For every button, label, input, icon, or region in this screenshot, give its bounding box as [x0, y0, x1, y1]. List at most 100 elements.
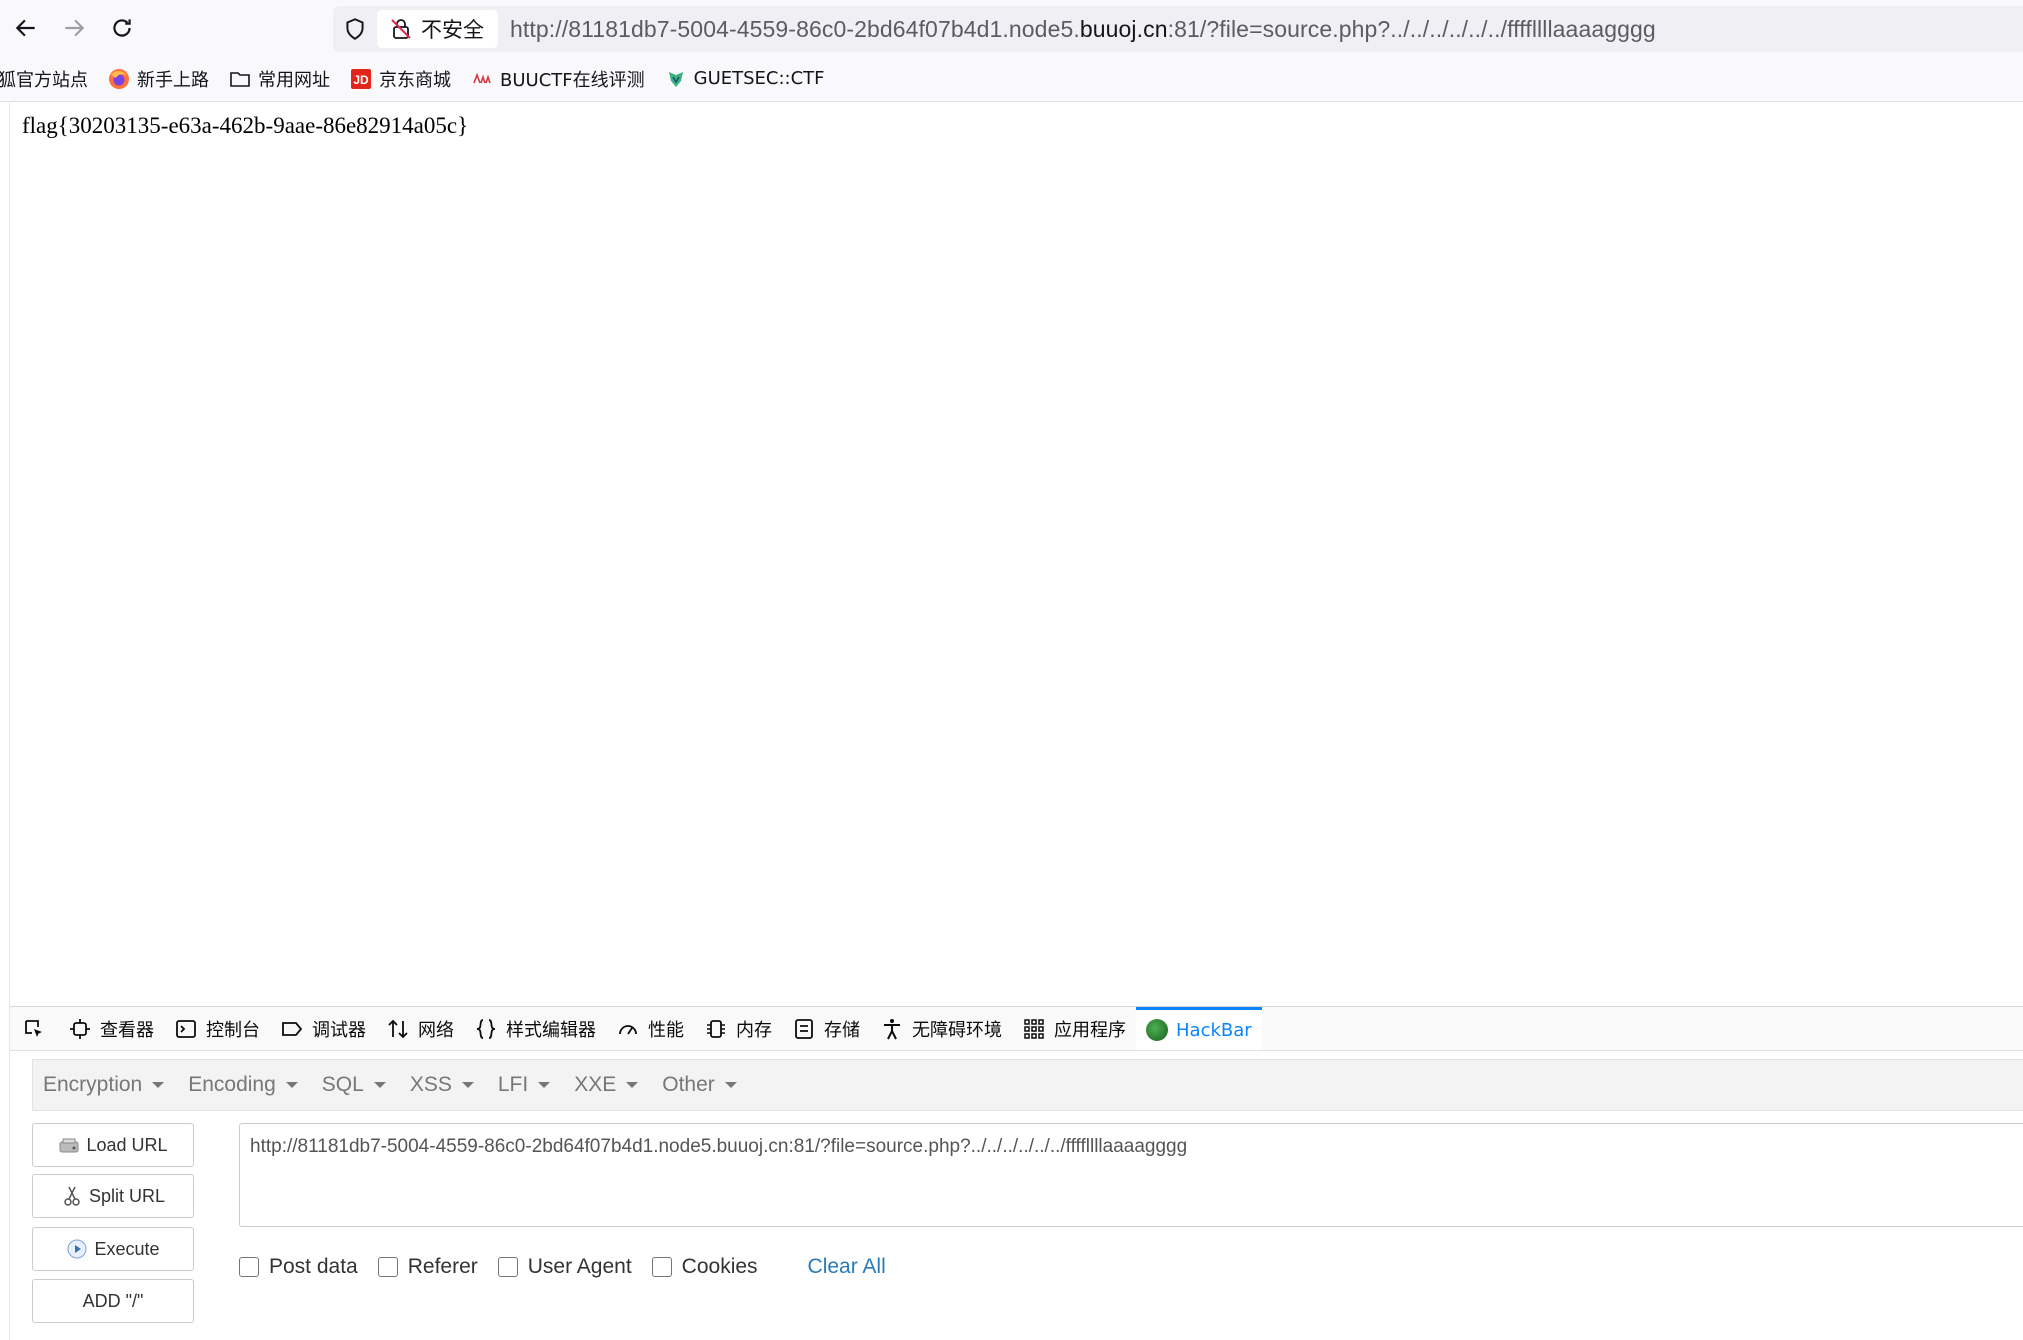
- bookmark-label: 京东商城: [379, 69, 451, 91]
- url-suffix: :81/?file=source.php?../../../../../../f…: [1167, 15, 1656, 42]
- arrow-left-icon: [15, 19, 35, 37]
- menu-encoding[interactable]: Encoding: [178, 1060, 312, 1110]
- checkbox-box[interactable]: [239, 1257, 259, 1277]
- tab-label: 网络: [418, 1019, 454, 1041]
- reload-button[interactable]: [100, 6, 144, 50]
- back-button[interactable]: [4, 6, 48, 50]
- post-data-checkbox[interactable]: Post data: [239, 1255, 358, 1279]
- page-viewport: flag{30203135-e63a-462b-9aae-86e82914a05…: [9, 103, 2023, 1006]
- menu-other[interactable]: Other: [652, 1060, 751, 1110]
- bookmark-label: 常用网址: [258, 69, 330, 91]
- hackbar-icon: [1146, 1019, 1168, 1041]
- clear-all-link[interactable]: Clear All: [808, 1255, 886, 1279]
- tab-performance[interactable]: 性能: [606, 1007, 694, 1050]
- menu-label: Other: [662, 1073, 715, 1096]
- tab-inspector[interactable]: 查看器: [58, 1007, 164, 1050]
- tab-application[interactable]: 应用程序: [1012, 1007, 1136, 1050]
- load-url-icon: [59, 1138, 79, 1153]
- inspector-icon: [70, 1018, 90, 1039]
- tab-label: 内存: [736, 1019, 772, 1041]
- menu-lfi[interactable]: LFI: [488, 1060, 564, 1110]
- bookmarks-bar: 狐官方站点 新手上路 常用网址 JD 京东商城 BUUCTF在线评测 GUETS…: [0, 56, 2023, 102]
- checkbox-box[interactable]: [497, 1257, 518, 1277]
- tab-console[interactable]: 控制台: [164, 1007, 270, 1050]
- add-slash-button[interactable]: ADD "/": [32, 1279, 194, 1323]
- bookmark-getting-started[interactable]: 新手上路: [108, 62, 209, 96]
- bookmark-jd[interactable]: JD 京东商城: [350, 62, 451, 96]
- menu-xxe[interactable]: XXE: [564, 1060, 652, 1110]
- bookmark-official-site[interactable]: 狐官方站点: [0, 62, 88, 96]
- tab-label: 性能: [648, 1019, 684, 1041]
- tab-storage[interactable]: 存储: [782, 1007, 870, 1050]
- browser-toolbar: 不安全 http://81181db7-5004-4559-86c0-2bd64…: [0, 0, 2023, 56]
- execute-button[interactable]: Execute: [32, 1227, 194, 1271]
- tab-debugger[interactable]: 调试器: [270, 1007, 376, 1050]
- tab-label: 应用程序: [1054, 1019, 1126, 1041]
- menu-encryption[interactable]: Encryption: [33, 1060, 178, 1110]
- network-icon: [388, 1019, 408, 1038]
- url-host: buuoj.cn: [1079, 15, 1168, 42]
- tab-label: 调试器: [312, 1019, 366, 1041]
- insecure-lock-icon: [391, 19, 411, 39]
- accessibility-icon: [884, 1018, 900, 1039]
- storage-icon: [795, 1018, 813, 1039]
- site-security-button[interactable]: 不安全: [377, 10, 498, 48]
- tab-style-editor[interactable]: 样式编辑器: [464, 1007, 606, 1050]
- bookmark-guetsec[interactable]: GUETSEC::CTF: [665, 62, 825, 96]
- caret-down-icon: [373, 1082, 386, 1088]
- checkbox-label: Post data: [269, 1255, 358, 1278]
- tab-label: 样式编辑器: [506, 1019, 596, 1041]
- caret-down-icon: [285, 1082, 298, 1088]
- insecure-label: 不安全: [421, 18, 484, 42]
- address-bar[interactable]: 不安全 http://81181db7-5004-4559-86c0-2bd64…: [333, 6, 2023, 52]
- braces-icon: [476, 1018, 496, 1039]
- split-url-button[interactable]: Split URL: [32, 1174, 194, 1218]
- caret-down-icon: [152, 1082, 165, 1088]
- svg-text:JD: JD: [353, 73, 369, 87]
- bookmark-label: 新手上路: [137, 69, 209, 91]
- element-picker-button[interactable]: [10, 1007, 58, 1050]
- shield-icon: [346, 18, 364, 40]
- checkbox-box[interactable]: [651, 1257, 672, 1277]
- url-text[interactable]: http://81181db7-5004-4559-86c0-2bd64f07b…: [510, 16, 1656, 43]
- forward-button[interactable]: [52, 6, 96, 50]
- menu-xss[interactable]: XSS: [400, 1060, 488, 1110]
- tracking-protection-button[interactable]: [333, 7, 377, 51]
- checkbox-box[interactable]: [377, 1257, 398, 1277]
- scissors-icon: [64, 1186, 80, 1206]
- caret-down-icon: [724, 1082, 737, 1088]
- load-url-button[interactable]: Load URL: [32, 1123, 194, 1167]
- checkbox-label: Cookies: [681, 1255, 758, 1278]
- menu-label: XSS: [409, 1073, 452, 1096]
- url-prefix: http://81181db7-5004-4559-86c0-2bd64f07b…: [510, 15, 1080, 42]
- flag-text: flag{30203135-e63a-462b-9aae-86e82914a05…: [22, 113, 469, 138]
- bookmark-buuctf[interactable]: BUUCTF在线评测: [471, 62, 645, 96]
- bookmark-label: 狐官方站点: [0, 69, 88, 91]
- tab-memory[interactable]: 内存: [694, 1007, 782, 1050]
- tab-accessibility[interactable]: 无障碍环境: [870, 1007, 1012, 1050]
- bookmark-label: GUETSEC::CTF: [693, 68, 825, 89]
- hackbar-menu-bar: Encryption Encoding SQL XSS LFI XXE Othe…: [32, 1059, 2023, 1111]
- hackbar-options: Post data Referer User Agent Cookies Cle…: [239, 1255, 886, 1279]
- button-label: ADD "/": [82, 1290, 144, 1311]
- user-agent-checkbox[interactable]: User Agent: [497, 1255, 632, 1279]
- gauge-icon: [619, 1024, 637, 1034]
- menu-sql[interactable]: SQL: [312, 1060, 400, 1110]
- debugger-icon: [282, 1021, 303, 1036]
- bookmark-common-folder[interactable]: 常用网址: [229, 62, 330, 96]
- tab-network[interactable]: 网络: [376, 1007, 464, 1050]
- menu-label: SQL: [321, 1073, 364, 1096]
- guetsec-icon: [665, 68, 687, 90]
- menu-label: LFI: [497, 1073, 529, 1096]
- menu-label: XXE: [574, 1073, 617, 1096]
- referer-checkbox[interactable]: Referer: [377, 1255, 478, 1279]
- tab-hackbar[interactable]: HackBar: [1136, 1007, 1262, 1050]
- buuctf-icon: [471, 68, 493, 90]
- button-label: Load URL: [86, 1134, 168, 1155]
- cookies-checkbox[interactable]: Cookies: [651, 1255, 758, 1279]
- hackbar-url-textarea[interactable]: http://81181db7-5004-4559-86c0-2bd64f07b…: [239, 1123, 2023, 1227]
- tab-label: 存储: [824, 1019, 860, 1041]
- bookmark-label: BUUCTF在线评测: [500, 69, 645, 91]
- tab-label: 无障碍环境: [912, 1019, 1002, 1041]
- checkbox-label: Referer: [407, 1255, 478, 1278]
